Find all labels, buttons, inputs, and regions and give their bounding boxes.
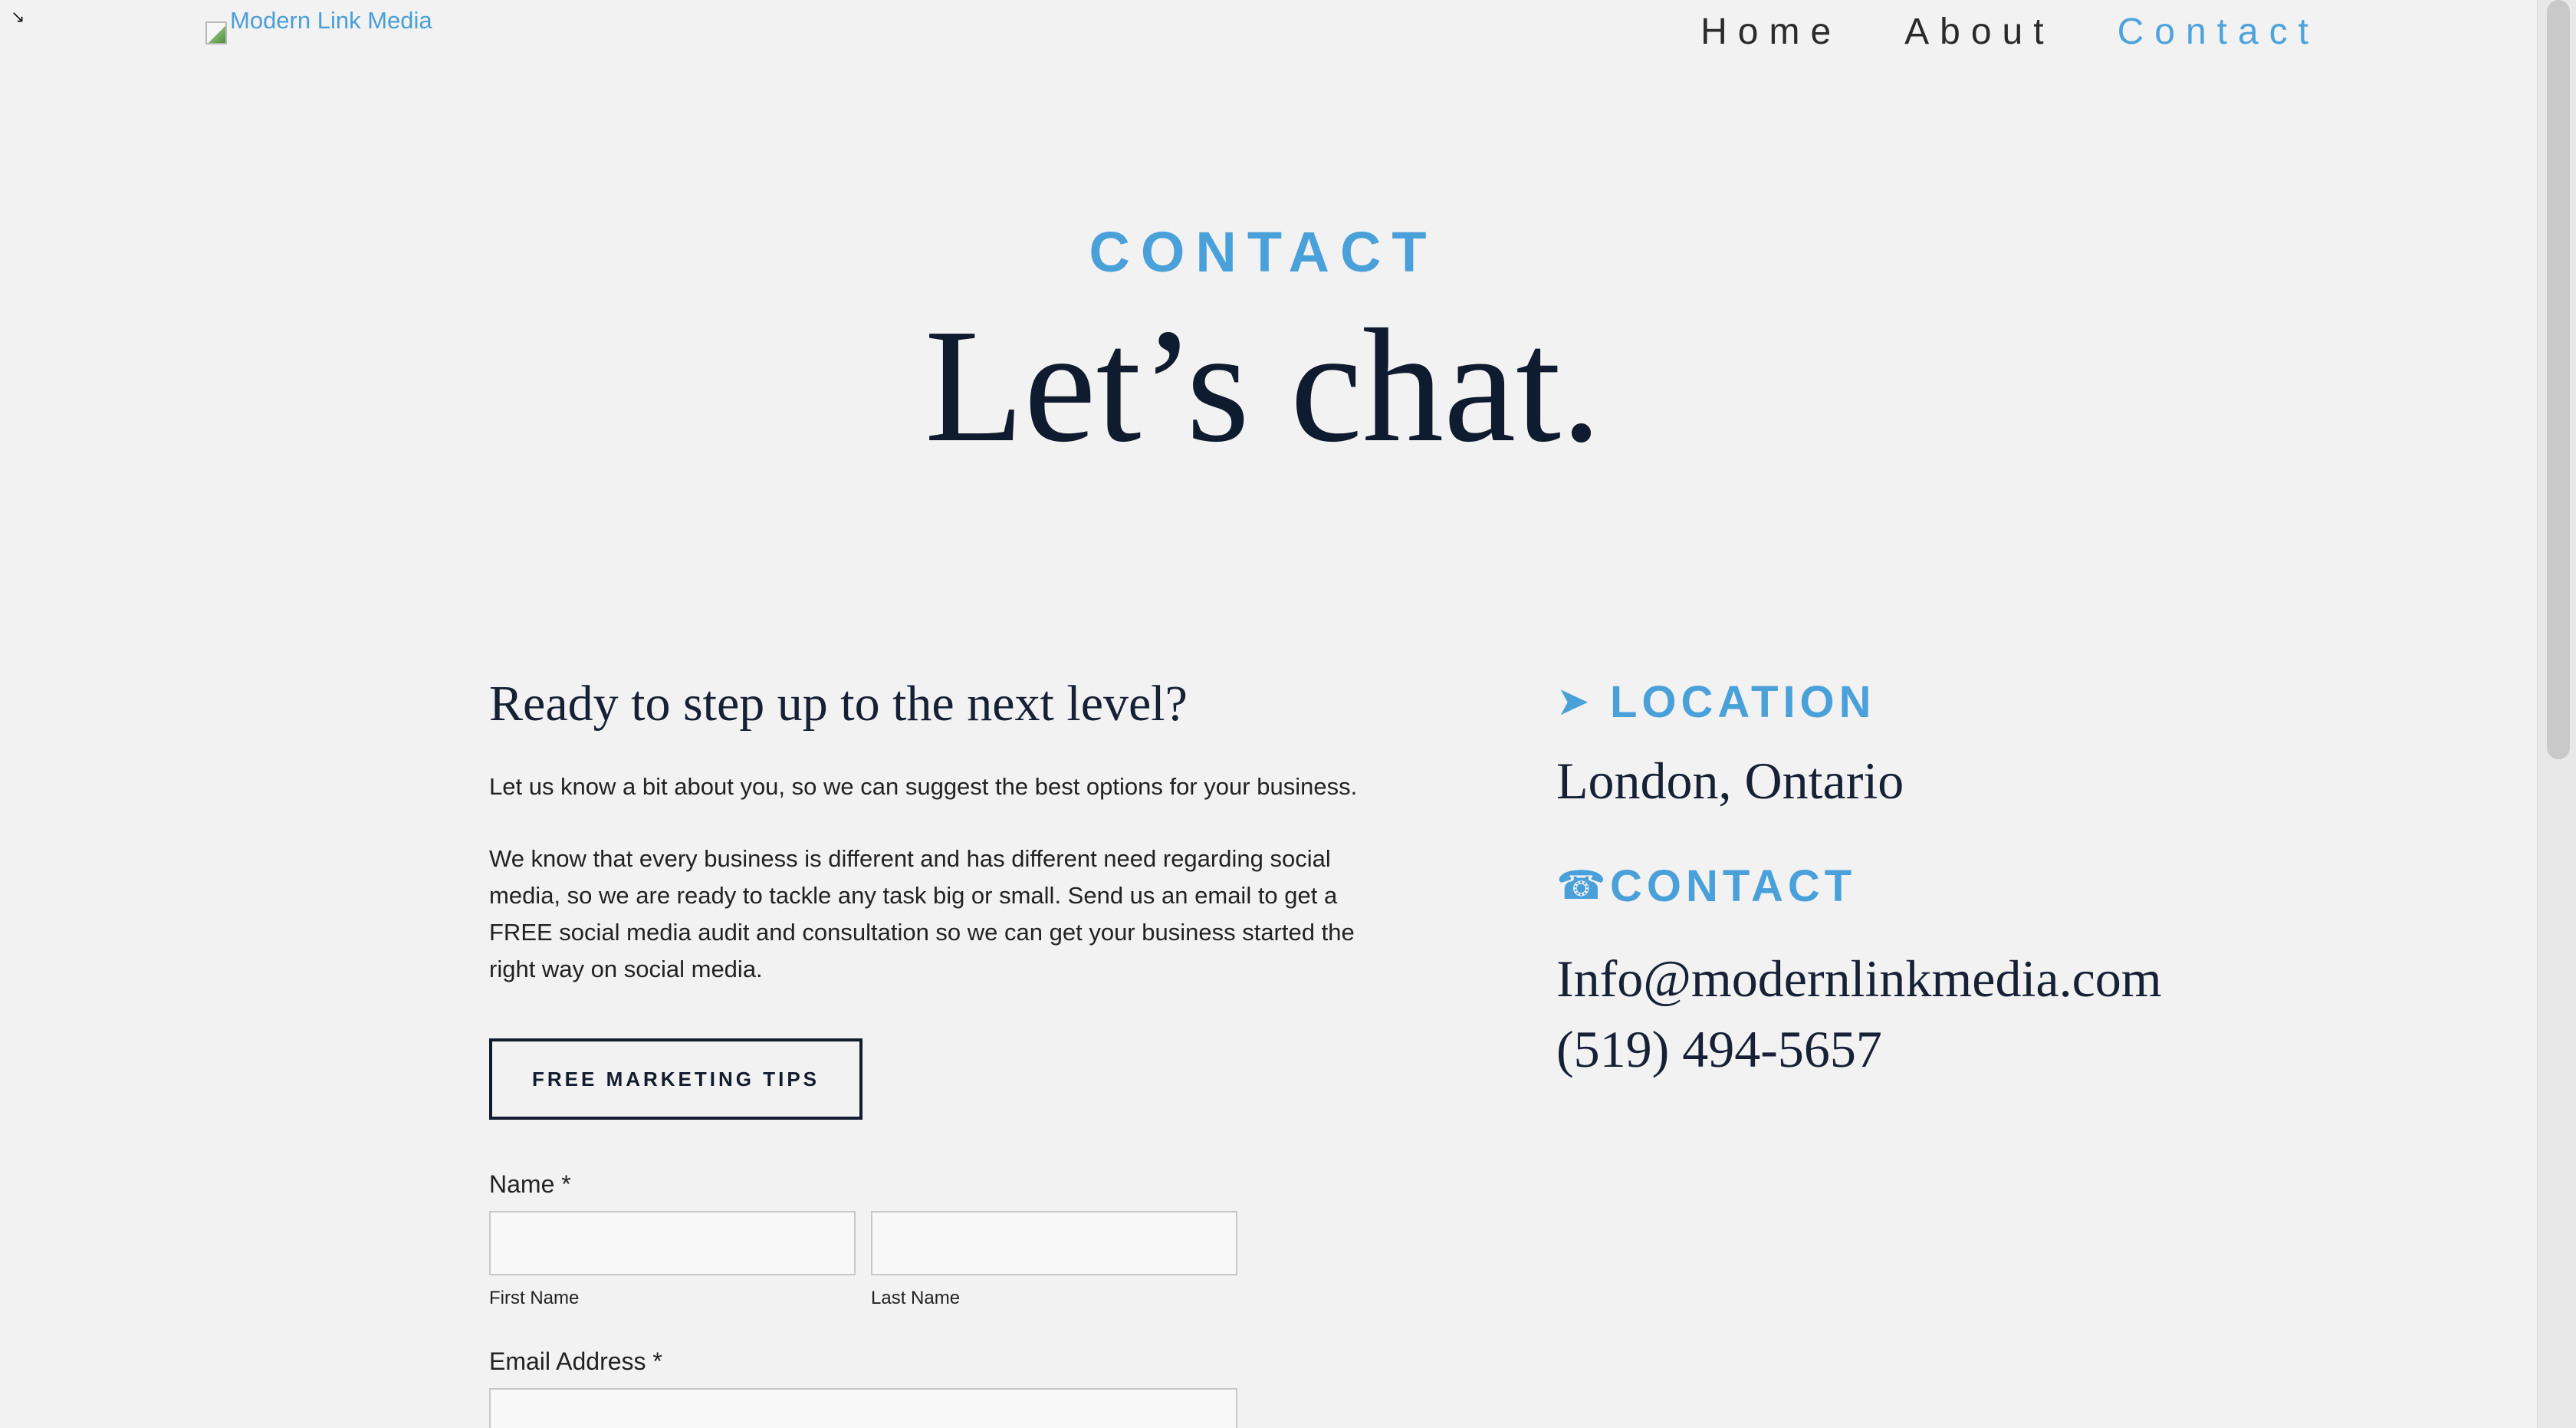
name-row: First Name Last Name <box>489 1211 1378 1309</box>
resize-arrow-icon[interactable]: ↘ <box>11 9 28 26</box>
email-input[interactable] <box>489 1388 1237 1428</box>
logo-text[interactable]: Modern Link Media <box>230 6 432 35</box>
site-logo[interactable]: Modern Link Media <box>205 6 432 44</box>
nav-contact-link[interactable]: Contact <box>2118 11 2319 53</box>
location-arrow-icon: ➤ <box>1556 679 1590 725</box>
email-label: Email Address * <box>489 1347 662 1375</box>
page-title: Let’s chat. <box>925 295 1602 475</box>
scrollbar-thumb[interactable] <box>2547 0 2570 759</box>
page-scrollbar[interactable] <box>2537 0 2576 1428</box>
main-nav: Home About Contact <box>1700 11 2319 53</box>
first-name-sublabel: First Name <box>489 1288 580 1308</box>
location-value: London, Ontario <box>1556 752 1904 810</box>
first-name-group: First Name <box>489 1211 856 1309</box>
contact-heading: CONTACT <box>1610 860 1857 911</box>
contact-email[interactable]: Info@modernlinkmedia.com <box>1556 943 2246 1014</box>
first-name-input[interactable] <box>489 1211 856 1275</box>
contact-phone[interactable]: (519) 494-5657 <box>1556 1014 2246 1084</box>
broken-image-icon <box>205 21 227 44</box>
nav-about-link[interactable]: About <box>1904 11 2054 53</box>
last-name-input[interactable] <box>871 1211 1237 1275</box>
intro-heading: Ready to step up to the next level? <box>489 676 1188 732</box>
name-label: Name * <box>489 1170 571 1198</box>
contact-info-column: ➤ LOCATION London, Ontario ☎ CONTACT Inf… <box>1556 675 2246 1084</box>
intro-column: Ready to step up to the next level? Let … <box>489 675 1378 1428</box>
location-heading-row: ➤ LOCATION <box>1556 675 2246 729</box>
phone-icon: ☎ <box>1556 863 1606 909</box>
free-marketing-tips-button[interactable]: FREE MARKETING TIPS <box>489 1038 863 1120</box>
location-heading: LOCATION <box>1610 676 1876 727</box>
nav-home-link[interactable]: Home <box>1700 11 1842 53</box>
section-eyebrow: CONTACT <box>1089 220 1438 284</box>
contact-heading-row: ☎ CONTACT <box>1556 859 2246 913</box>
intro-paragraph-1: Let us know a bit about you, so we can s… <box>489 773 1358 800</box>
intro-paragraph-2: We know that every business is different… <box>489 845 1355 982</box>
last-name-group: Last Name <box>871 1211 1237 1309</box>
last-name-sublabel: Last Name <box>871 1288 961 1308</box>
